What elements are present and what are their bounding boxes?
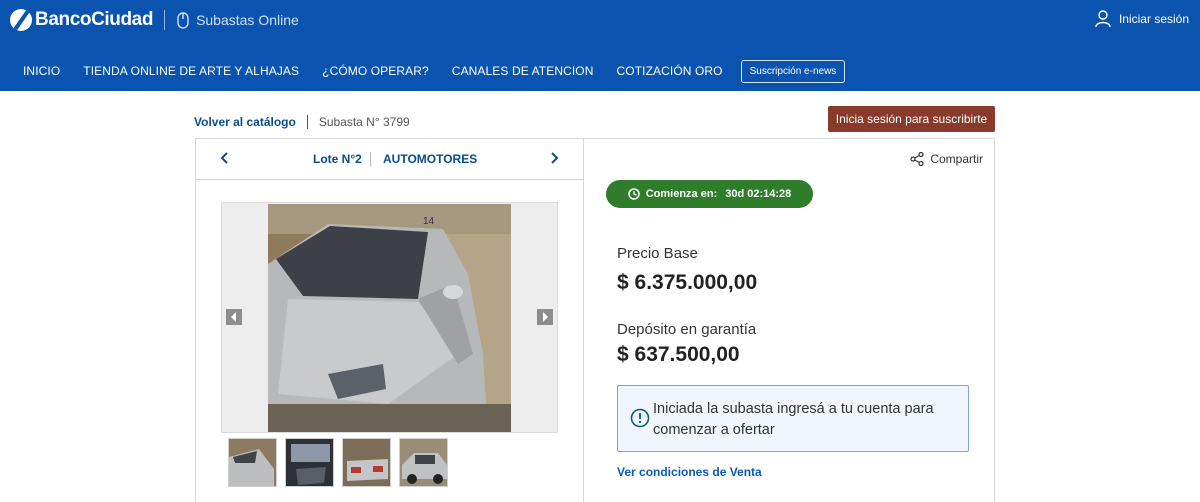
top-header: BancoCiudad Subastas Online Iniciar sesi… — [0, 0, 1200, 91]
auction-countdown-badge: Comienza en: 30d 02:14:28 — [606, 180, 813, 208]
share-label: Compartir — [930, 152, 983, 166]
back-to-catalog-link[interactable]: Volver al catálogo — [194, 115, 296, 129]
base-price-label: Precio Base — [617, 245, 698, 262]
countdown-label: Comienza en: — [645, 188, 718, 200]
right-arrow-icon — [543, 312, 548, 322]
deposit-label: Depósito en garantía — [617, 321, 757, 338]
info-message: Iniciada la subasta ingresá a tu cuenta … — [653, 401, 934, 438]
nav-item-cotizacion-oro[interactable]: COTIZACIÓN ORO — [617, 64, 723, 78]
thumbnail-strip — [228, 438, 456, 487]
section-title: Subastas Online — [196, 12, 299, 28]
thumbnail-car-front[interactable] — [228, 438, 277, 487]
brand-name: BancoCiudad — [35, 9, 154, 30]
user-icon — [1095, 10, 1111, 28]
app-root: BancoCiudad Subastas Online Iniciar sesi… — [0, 0, 1200, 502]
login-label: Iniciar sesión — [1118, 12, 1189, 26]
auction-info-alert: Iniciada la subasta ingresá a tu cuenta … — [617, 385, 969, 452]
car-main-photo: 14 — [268, 204, 511, 432]
login-to-subscribe-button[interactable]: Inicia sesión para suscribirte — [828, 106, 995, 132]
mouse-icon — [177, 12, 189, 29]
thumbnail-car-rear[interactable] — [342, 438, 391, 487]
share-icon — [910, 152, 924, 166]
svg-text:14: 14 — [423, 216, 435, 227]
clock-icon — [627, 188, 640, 200]
lot-divider — [370, 152, 371, 167]
image-carousel: 14 — [221, 202, 558, 433]
next-lot-chevron-icon[interactable] — [547, 151, 561, 165]
left-arrow-icon — [231, 312, 236, 322]
breadcrumb: Volver al catálogo Subasta N° 3799 — [194, 115, 410, 129]
nav-item-inicio[interactable]: INICIO — [23, 64, 60, 78]
countdown-value: 30d 02:14:28 — [725, 188, 792, 200]
nav-item-canales-atencion[interactable]: CANALES DE ATENCION — [452, 64, 594, 78]
lot-navigation-bar: Lote N°2 AUTOMOTORES — [196, 139, 584, 180]
breadcrumb-divider — [306, 115, 308, 129]
main-nav: INICIO TIENDA ONLINE DE ARTE Y ALHAJAS ¿… — [0, 58, 846, 84]
lot-category: AUTOMOTORES — [383, 152, 478, 166]
deposit-value: $ 637.500,00 — [617, 343, 740, 366]
lot-gallery-panel: Lote N°2 AUTOMOTORES 14 — [195, 138, 584, 502]
nav-item-tienda-online[interactable]: TIENDA ONLINE DE ARTE Y ALHAJAS — [83, 64, 299, 78]
info-icon — [630, 408, 650, 428]
thumbnail-car-interior[interactable] — [285, 438, 334, 487]
lot-detail-panel: Compartir Comienza en: 30d 02:14:28 Prec… — [583, 138, 995, 502]
previous-lot-chevron-icon[interactable] — [218, 151, 232, 165]
enews-subscription-button[interactable]: Suscripción e-news — [740, 59, 846, 83]
gallery-previous-button[interactable] — [226, 309, 242, 325]
banco-ciudad-logo-icon — [10, 9, 32, 31]
nav-item-como-operar[interactable]: ¿CÓMO OPERAR? — [322, 64, 429, 78]
sale-conditions-link[interactable]: Ver condiciones de Venta — [617, 465, 762, 479]
thumbnail-car-side[interactable] — [399, 438, 448, 487]
brand-logo[interactable]: BancoCiudad Subastas Online — [10, 7, 299, 33]
lot-number: Lote N°2 — [313, 152, 362, 166]
login-link[interactable]: Iniciar sesión — [1095, 10, 1189, 28]
auction-number: Subasta N° 3799 — [318, 115, 410, 129]
base-price-value: $ 6.375.000,00 — [617, 271, 758, 294]
header-divider — [164, 10, 166, 30]
gallery-next-button[interactable] — [537, 309, 553, 325]
share-button[interactable]: Compartir — [910, 152, 983, 166]
